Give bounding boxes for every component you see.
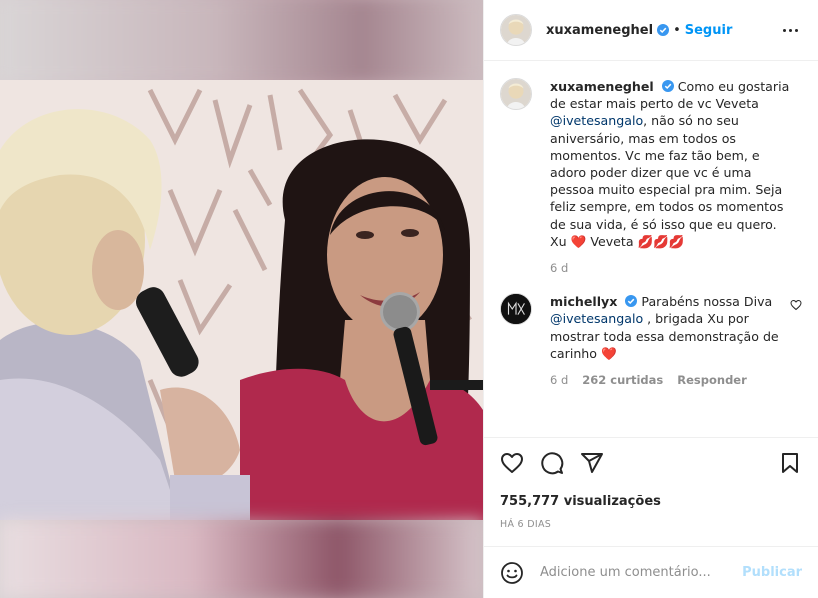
post-header: xuxameneghel • Seguir — [484, 0, 818, 61]
caption-author[interactable]: xuxameneghel — [550, 79, 654, 94]
caption-mention[interactable]: @ivetesangalo — [550, 113, 643, 128]
verified-badge-icon — [657, 24, 670, 36]
comments-list[interactable]: xuxameneghel Como eu gostaria de estar m… — [484, 62, 818, 436]
media-blur-background-bottom — [0, 520, 483, 598]
comment-item: michellyx Parabéns nossa Diva @ivetesang… — [500, 293, 802, 389]
like-icon[interactable] — [500, 451, 524, 475]
add-comment-bar: Publicar — [484, 546, 818, 598]
caption-body: xuxameneghel Como eu gostaria de estar m… — [550, 78, 790, 277]
caption-text-end: , não só no seu aniversário, mas em todo… — [550, 113, 784, 249]
comment-mention[interactable]: @ivetesangalo — [550, 311, 643, 326]
action-bar: 755,777 visualizações HÁ 6 DIAS — [484, 437, 818, 530]
comment-body: michellyx Parabéns nossa Diva @ivetesang… — [550, 293, 790, 389]
caption-author-avatar[interactable] — [500, 78, 532, 110]
separator-dot: • — [673, 22, 681, 38]
more-options-icon[interactable] — [778, 18, 802, 42]
view-count[interactable]: 755,777 visualizações — [500, 494, 802, 509]
publish-button[interactable]: Publicar — [742, 565, 802, 580]
post-media[interactable] — [0, 0, 483, 598]
share-icon[interactable] — [580, 451, 604, 475]
comment-meta: 6 d 262 curtidas Responder — [550, 372, 790, 389]
comment-author-avatar[interactable] — [500, 293, 532, 326]
lips-emoji: 💋💋💋 — [637, 233, 685, 249]
media-blur-background-top — [0, 0, 483, 80]
post-date[interactable]: HÁ 6 DIAS — [500, 519, 802, 530]
post-side-panel: xuxameneghel • Seguir xuxameneghel Como … — [483, 0, 818, 598]
caption: xuxameneghel Como eu gostaria de estar m… — [500, 78, 802, 277]
comment-input[interactable] — [540, 565, 743, 580]
verified-badge-icon — [625, 295, 638, 308]
small-heart-icon[interactable] — [790, 299, 802, 311]
heart-emoji: ❤️ — [570, 233, 587, 249]
caption-meta: 6 d — [550, 260, 790, 277]
video-frame-illustration — [0, 80, 483, 520]
comment-likes[interactable]: 262 curtidas — [582, 372, 663, 389]
comment-icon[interactable] — [540, 451, 564, 475]
caption-age[interactable]: 6 d — [550, 260, 568, 277]
action-icons — [500, 450, 802, 476]
heart-emoji: ❤️ — [601, 345, 617, 361]
emoji-icon[interactable] — [500, 561, 524, 585]
caption-tail: Veveta — [586, 233, 638, 249]
verified-badge-icon — [661, 80, 674, 92]
comment-age[interactable]: 6 d — [550, 372, 568, 389]
follow-button[interactable]: Seguir — [685, 23, 733, 38]
post-video[interactable] — [0, 80, 483, 520]
comment-author[interactable]: michellyx — [550, 294, 617, 309]
save-icon[interactable] — [778, 451, 802, 475]
author-avatar[interactable] — [500, 14, 532, 46]
author-username[interactable]: xuxameneghel — [546, 23, 653, 38]
reply-button[interactable]: Responder — [677, 372, 747, 389]
comment-text-start: Parabéns nossa Diva — [641, 294, 773, 310]
